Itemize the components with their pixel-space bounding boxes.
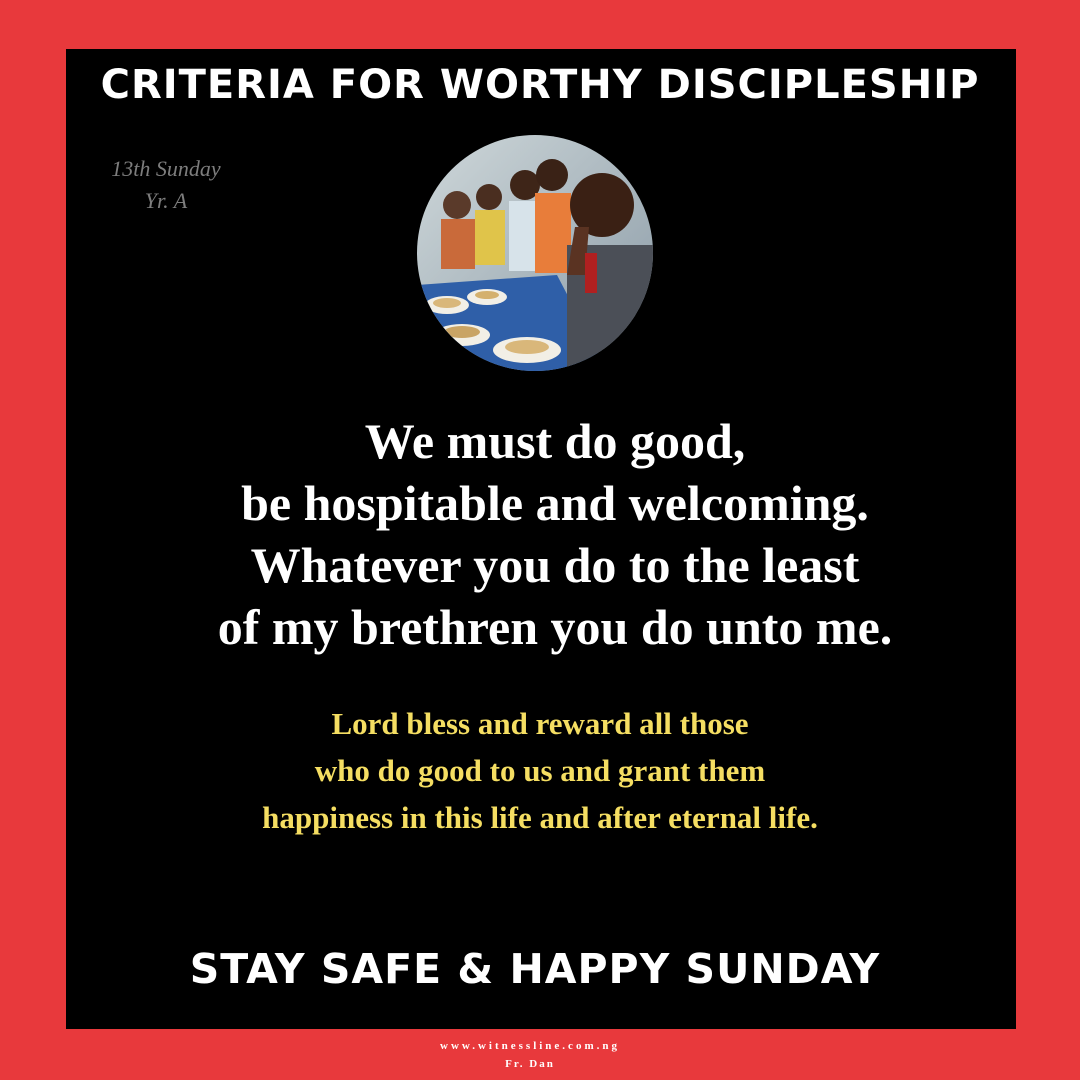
author-credit: Fr. Dan xyxy=(505,1058,555,1070)
quote-line-2: be hospitable and welcoming. xyxy=(241,475,869,531)
prayer-line-3: happiness in this life and after eternal… xyxy=(262,800,818,835)
main-quote: We must do good, be hospitable and welco… xyxy=(100,410,1010,658)
occasion-label: 13th Sunday Yr. A xyxy=(96,153,236,217)
quote-line-4: of my brethren you do unto me. xyxy=(217,599,893,655)
praying-child-photo xyxy=(417,135,653,371)
prayer-line-1: Lord bless and reward all those xyxy=(331,706,749,741)
quote-line-1: We must do good, xyxy=(364,413,746,469)
occasion-line-2: Yr. A xyxy=(144,188,188,213)
prayer-line-2: who do good to us and grant them xyxy=(314,753,766,788)
occasion-line-1: 13th Sunday xyxy=(111,156,221,181)
photo-illustration xyxy=(417,135,653,371)
quote-line-3: Whatever you do to the least xyxy=(250,537,860,593)
closing-greeting: STAY SAFE & HAPPY SUNDAY xyxy=(189,945,881,993)
page-title: CRITERIA FOR WORTHY DISCIPLESHIP xyxy=(100,62,980,108)
prayer-text: Lord bless and reward all those who do g… xyxy=(100,700,980,841)
website-footer: www.witnessline.com.ng xyxy=(440,1040,620,1052)
